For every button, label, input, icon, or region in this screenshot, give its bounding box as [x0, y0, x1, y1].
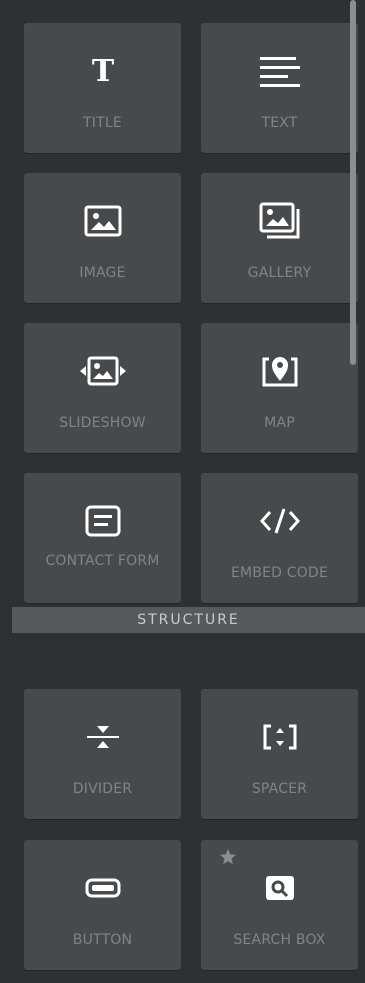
section-header-structure: STRUCTURE	[12, 607, 365, 633]
scrollbar[interactable]	[350, 0, 356, 365]
text-widget-label: TEXT	[261, 115, 298, 131]
spacer-widget[interactable]: SPACER	[201, 689, 358, 819]
slideshow-widget-label: SLIDESHOW	[59, 415, 146, 431]
map-pin-icon	[201, 351, 358, 391]
search-box-widget[interactable]: SEARCH BOX	[201, 840, 358, 970]
gallery-widget[interactable]: GALLERY	[201, 173, 358, 303]
embed-code-widget[interactable]: EMBED CODE	[201, 473, 358, 603]
embed-code-icon	[201, 501, 358, 541]
contact-form-widget[interactable]: CONTACT FORM	[24, 473, 181, 603]
text-widget[interactable]: TEXT	[201, 23, 358, 153]
button-icon	[24, 868, 181, 908]
contact-form-widget-label: CONTACT FORM	[45, 553, 160, 569]
map-widget-label: MAP	[264, 415, 295, 431]
star-icon	[219, 848, 237, 866]
image-icon	[24, 201, 181, 241]
spacer-icon	[201, 717, 358, 757]
image-widget[interactable]: IMAGE	[24, 173, 181, 303]
embed-code-widget-label: EMBED CODE	[230, 565, 329, 581]
divider-icon	[24, 717, 181, 757]
gallery-widget-label: GALLERY	[247, 265, 312, 281]
spacer-widget-label: SPACER	[251, 781, 308, 797]
title-widget[interactable]: T TITLE	[24, 23, 181, 153]
map-widget[interactable]: MAP	[201, 323, 358, 453]
search-box-icon	[201, 868, 358, 908]
widget-panel: T TITLE TEXT IMAGE GALLERY SLIDESHOW MAP…	[0, 0, 365, 983]
button-widget[interactable]: BUTTON	[24, 840, 181, 970]
svg-text:T: T	[91, 54, 114, 89]
gallery-icon	[201, 201, 358, 241]
title-icon: T	[24, 51, 181, 91]
slideshow-widget[interactable]: SLIDESHOW	[24, 323, 181, 453]
text-icon	[201, 51, 358, 91]
search-box-widget-label: SEARCH BOX	[233, 932, 326, 948]
slideshow-icon	[24, 351, 181, 391]
image-widget-label: IMAGE	[79, 265, 126, 281]
contact-form-icon	[24, 501, 181, 541]
divider-widget[interactable]: DIVIDER	[24, 689, 181, 819]
divider-widget-label: DIVIDER	[72, 781, 133, 797]
button-widget-label: BUTTON	[72, 932, 133, 948]
title-widget-label: TITLE	[83, 115, 122, 131]
